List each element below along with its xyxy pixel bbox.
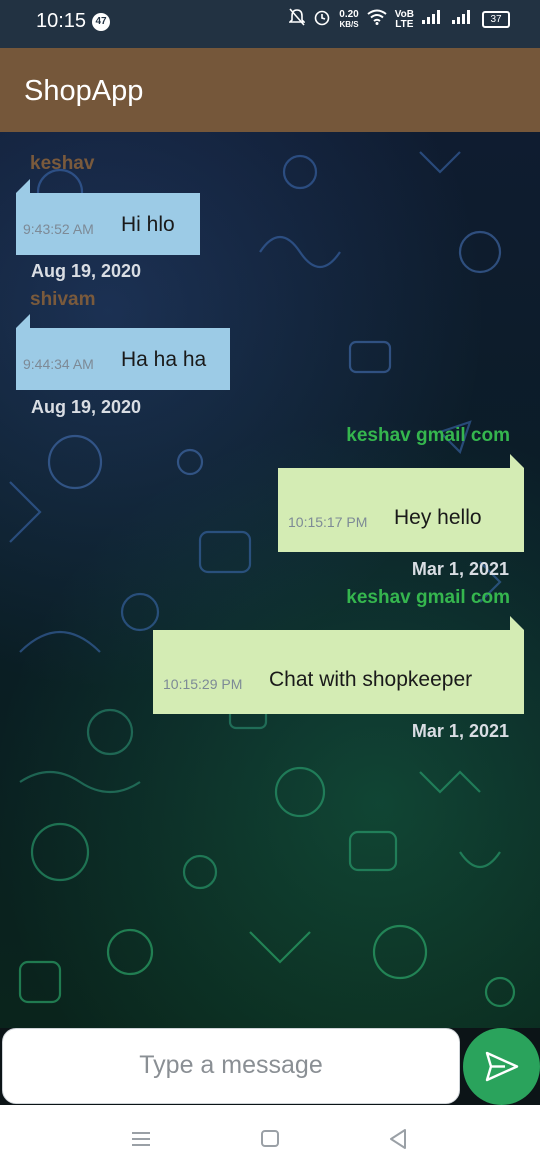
home-icon [261, 1130, 279, 1147]
network-type: VoB LTE [394, 8, 414, 30]
status-icons: 0.20 KB/S VoB LTE 37 [288, 8, 510, 31]
system-nav-bar [0, 1105, 540, 1170]
alarm-icon [313, 8, 331, 31]
net-speed: 0.20 KB/S [339, 8, 359, 30]
network-label-bottom: LTE [395, 18, 414, 30]
send-icon [485, 1051, 519, 1082]
notification-badge: 47 [92, 13, 110, 31]
bubble-tail [16, 314, 30, 328]
message-time: 9:43:52 AM [23, 221, 94, 237]
app-bar: ShopApp [0, 48, 540, 132]
nav-home-button[interactable] [255, 1123, 285, 1153]
mute-bell-icon [288, 8, 307, 31]
nav-back-button[interactable] [383, 1123, 413, 1153]
battery-indicator: 37 [482, 11, 510, 28]
message-bubble-outgoing[interactable]: 10:15:17 PM Hey hello [278, 468, 524, 552]
message-text: Hey hello [394, 506, 482, 529]
send-button[interactable] [463, 1028, 540, 1105]
message-composer: Type a message [0, 1028, 540, 1105]
app-title: ShopApp [24, 75, 144, 107]
message-date: Mar 1, 2021 [411, 559, 509, 579]
message-bubble-outgoing[interactable]: 10:15:29 PM Chat with shopkeeper [153, 630, 524, 714]
back-icon [390, 1129, 406, 1149]
message-date: Aug 19, 2020 [31, 261, 142, 281]
network-label-top: VoB [394, 8, 414, 20]
wifi-icon [367, 9, 387, 30]
message-bubble-incoming[interactable]: 9:44:34 AM Ha ha ha [16, 328, 230, 390]
chat-area[interactable]: keshav 9:43:52 AM Hi hlo Aug 19, 2020 sh… [0, 132, 540, 1028]
nav-menu-button[interactable] [126, 1123, 156, 1153]
message-date: Aug 19, 2020 [31, 397, 142, 417]
bubble-tail [16, 179, 30, 193]
message-text: Chat with shopkeeper [269, 668, 473, 691]
message-input-placeholder: Type a message [139, 1051, 323, 1079]
status-time: 10:15 [36, 10, 87, 32]
message-text: Ha ha ha [121, 348, 207, 371]
signal-icon [422, 10, 444, 29]
sender-name: shivam [30, 289, 96, 310]
sender-name: keshav gmail com [346, 587, 510, 608]
message-time: 10:15:17 PM [288, 514, 368, 530]
bubble-tail [510, 454, 524, 468]
message-time: 10:15:29 PM [163, 676, 243, 692]
message-input[interactable]: Type a message [2, 1028, 460, 1104]
net-speed-unit: KB/S [339, 19, 359, 29]
bubble-tail [510, 616, 524, 630]
menu-icon [132, 1132, 150, 1146]
sender-name: keshav gmail com [346, 425, 510, 446]
message-time: 9:44:34 AM [23, 356, 94, 372]
message-bubble-incoming[interactable]: 9:43:52 AM Hi hlo [16, 193, 200, 255]
status-bar: 10:15 47 0.20 KB/S VoB LTE 37 [0, 0, 540, 48]
net-speed-value: 0.20 [339, 8, 359, 20]
signal-icon-2 [452, 10, 474, 29]
message-date: Mar 1, 2021 [411, 721, 509, 741]
sender-name: keshav [30, 153, 95, 174]
message-text: Hi hlo [121, 213, 175, 236]
